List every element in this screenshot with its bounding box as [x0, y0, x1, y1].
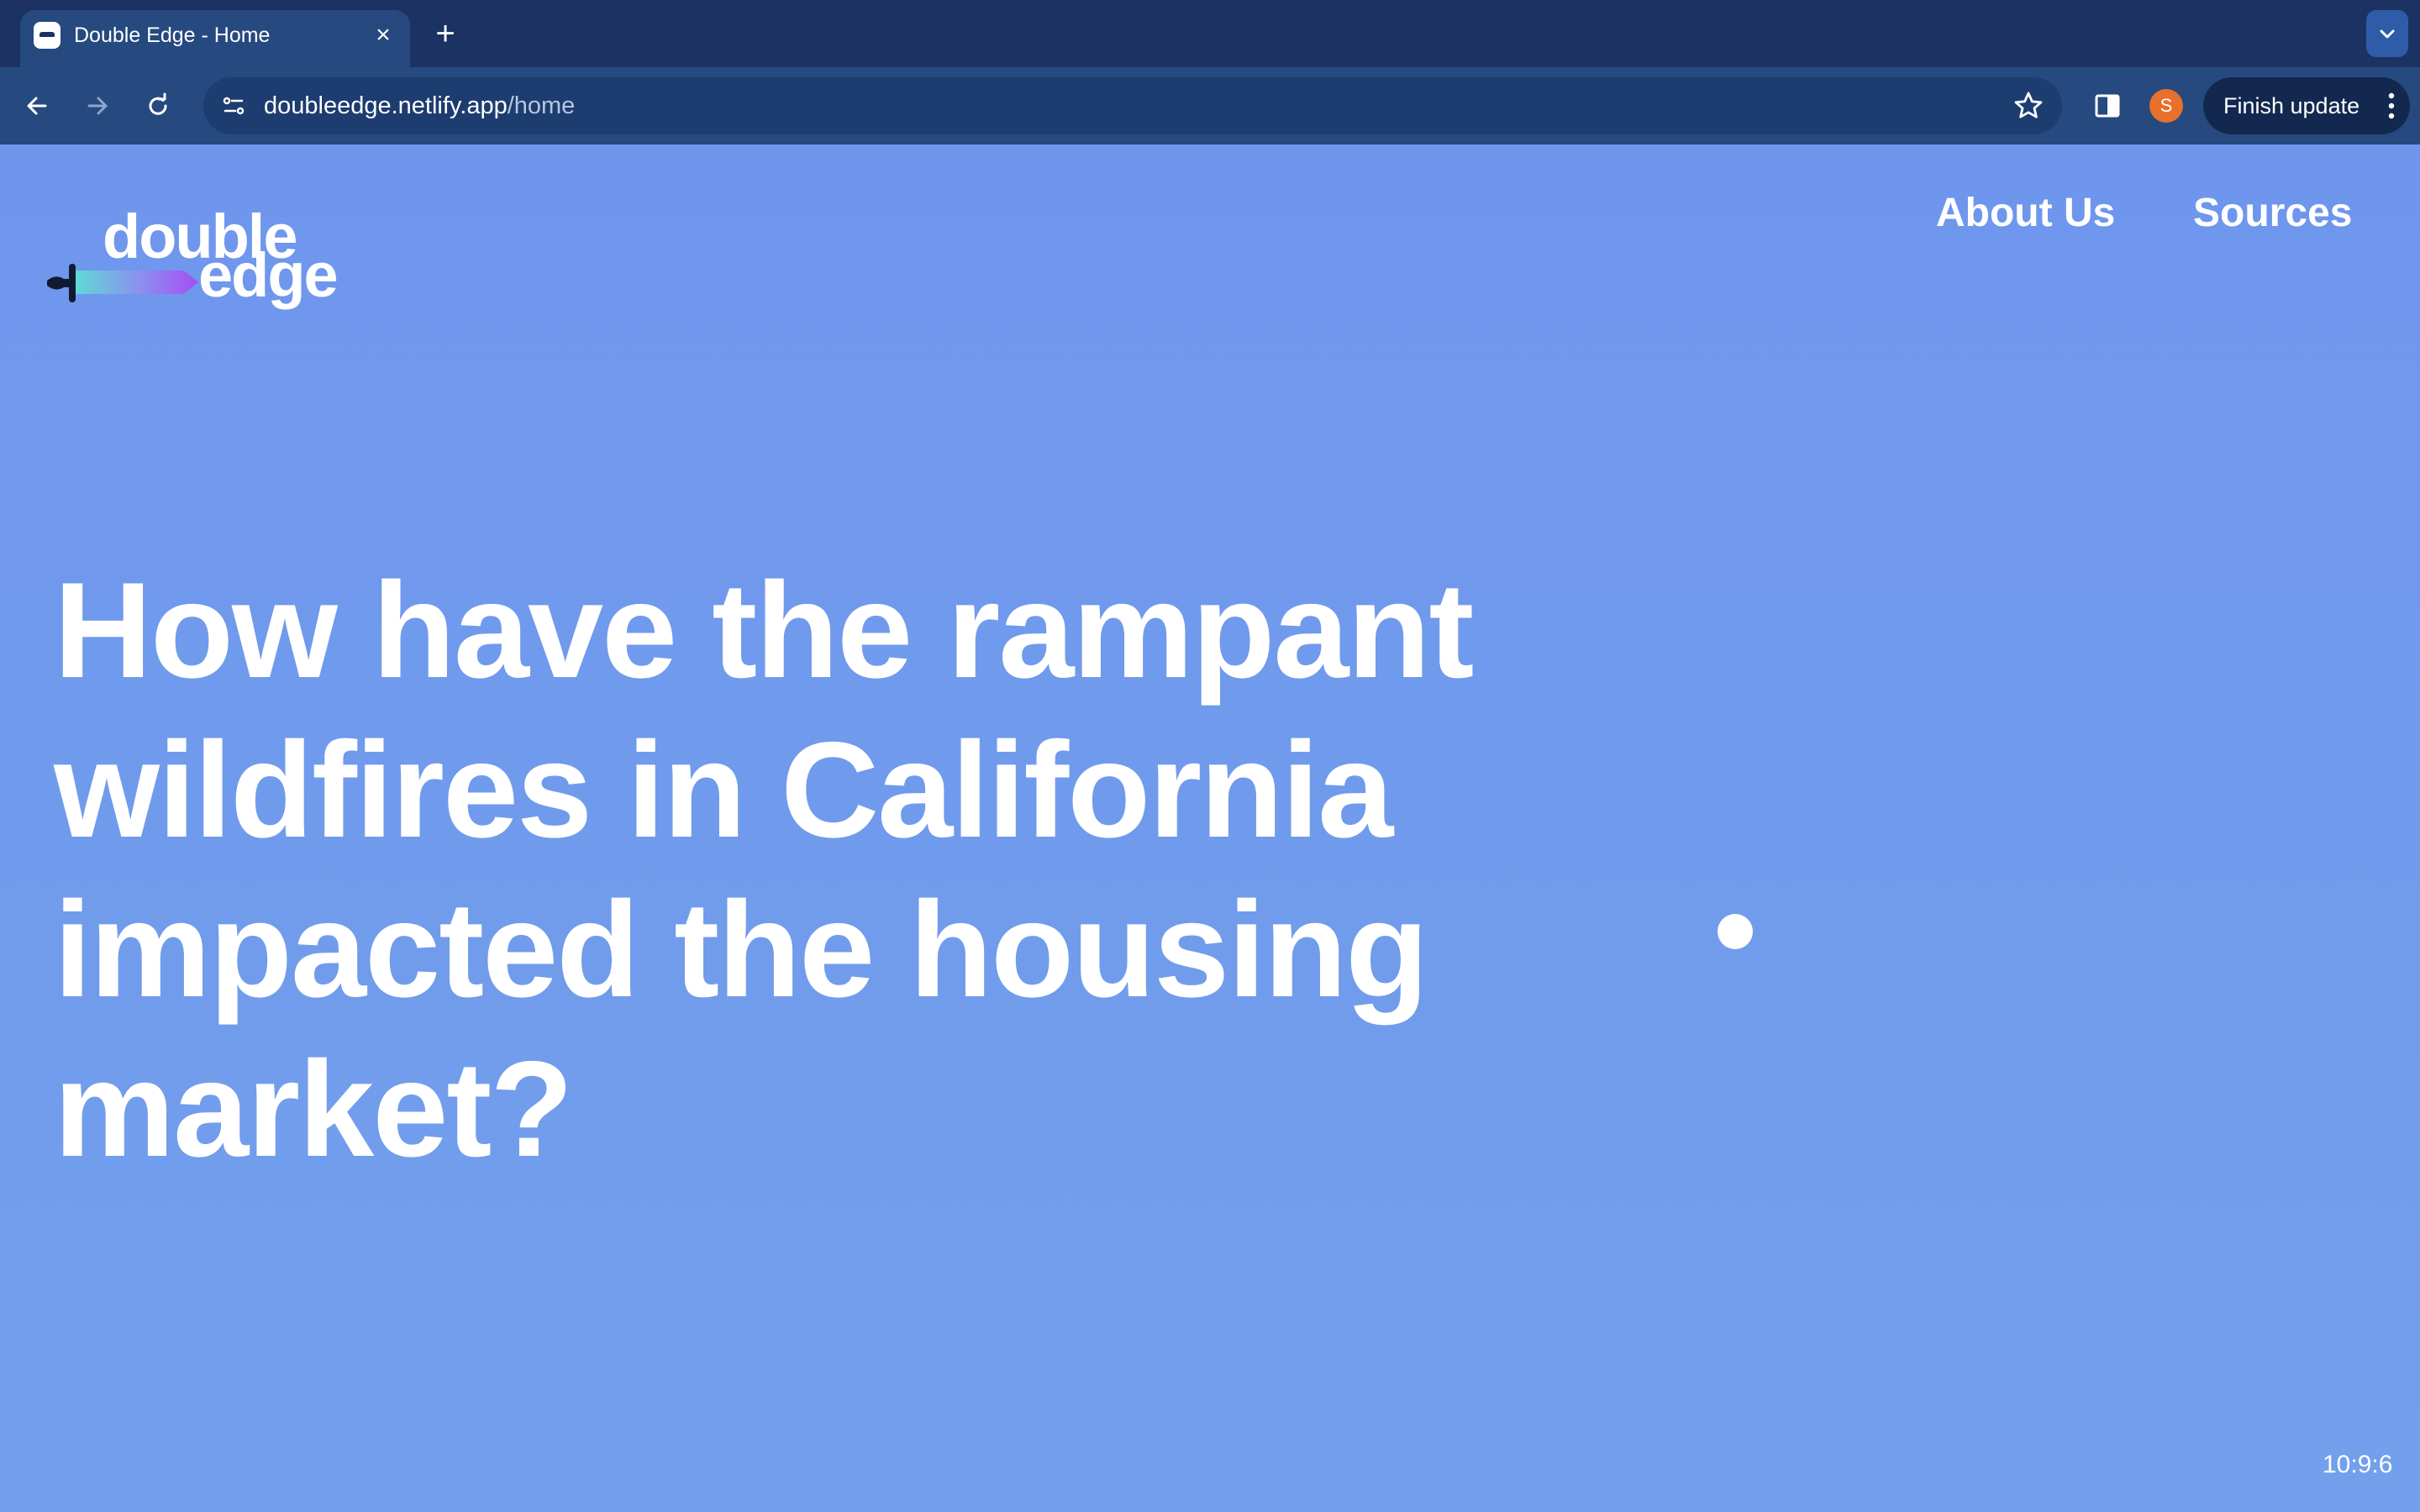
reload-button[interactable] — [138, 86, 178, 126]
side-panel-button[interactable] — [2087, 86, 2128, 126]
url-text[interactable]: doubleedge.netlify.app/home — [264, 91, 575, 121]
logo-word-edge: edge — [198, 240, 339, 310]
profile-avatar[interactable]: S — [2149, 89, 2183, 123]
browser-tab[interactable]: Double Edge - Home × — [20, 10, 410, 67]
arrow-right-icon — [87, 97, 108, 115]
bookmark-star-icon[interactable] — [2012, 89, 2045, 123]
tab-strip: Double Edge - Home × + — [0, 0, 2420, 67]
site-info-icon[interactable] — [215, 87, 252, 124]
back-button[interactable] — [17, 86, 57, 126]
url-domain: doubleedge.netlify.app — [264, 92, 508, 119]
site-logo[interactable]: double edge — [47, 206, 366, 319]
address-bar[interactable]: doubleedge.netlify.app/home — [203, 77, 2062, 134]
arrow-left-icon — [27, 97, 47, 115]
more-vertical-icon — [2388, 92, 2395, 119]
finish-update-button[interactable]: Finish update — [2203, 77, 2410, 134]
tab-search-button[interactable] — [2366, 10, 2408, 57]
hero-title: How have the rampant wildfires in Califo… — [54, 554, 1474, 1185]
page-content: double edge About Us Sources How have th… — [0, 144, 2420, 1512]
scroll-indicator-dot — [1718, 914, 1753, 949]
tab-title: Double Edge - Home — [74, 24, 271, 47]
nav-about-us-link[interactable]: About Us — [1936, 188, 2115, 239]
finish-update-label: Finish update — [2223, 93, 2360, 118]
reload-icon — [149, 92, 167, 115]
side-panel-icon — [2095, 94, 2120, 118]
chevron-down-icon — [2380, 29, 2395, 39]
close-tab-icon[interactable]: × — [368, 20, 398, 50]
clock-readout: 10:9:6 — [2323, 1451, 2393, 1478]
nav-sources-link[interactable]: Sources — [2193, 188, 2352, 239]
dagger-blade-icon — [76, 270, 198, 294]
url-path: /home — [507, 92, 576, 119]
browser-toolbar: doubleedge.netlify.app/home S Finish upd… — [0, 67, 2420, 144]
new-tab-button[interactable]: + — [427, 15, 464, 52]
site-favicon-icon — [34, 22, 60, 49]
forward-button[interactable] — [77, 86, 118, 126]
